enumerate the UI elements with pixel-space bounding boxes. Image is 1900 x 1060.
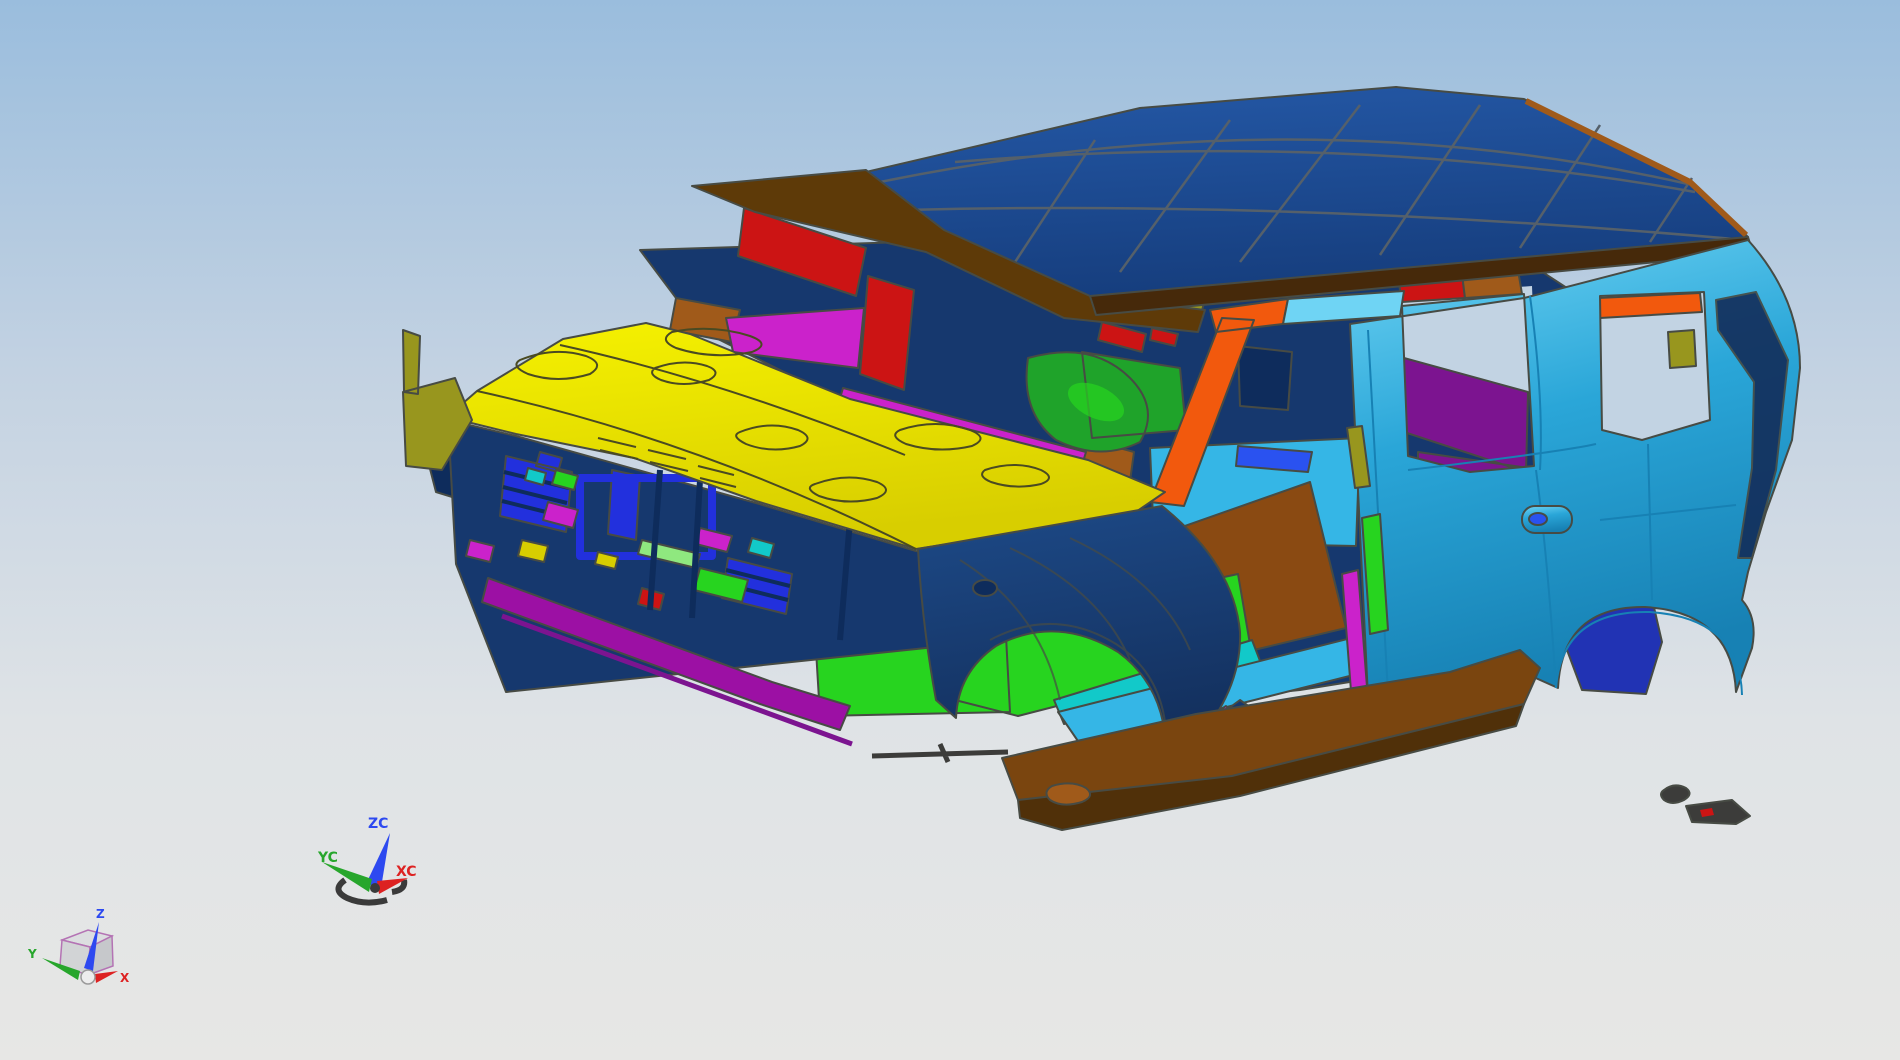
view-z-label: Z (96, 907, 105, 921)
model-canvas[interactable]: ZC YC XC Z Y X (0, 0, 1900, 1060)
view-y-label: Y (27, 947, 37, 961)
view-x-label: X (120, 971, 130, 985)
wcs-y-label: YC (317, 850, 338, 866)
wcs-x-label: XC (396, 864, 417, 880)
cad-viewport[interactable]: ZC YC XC Z Y X (0, 0, 1900, 1060)
view-origin-ball[interactable] (80, 969, 96, 985)
fender-hole (972, 579, 998, 597)
door-handle[interactable] (1521, 505, 1573, 534)
wcs-z-label: ZC (368, 816, 388, 832)
wcs-origin-ball[interactable] (370, 883, 380, 893)
rocker-copper-cap (1045, 782, 1092, 806)
